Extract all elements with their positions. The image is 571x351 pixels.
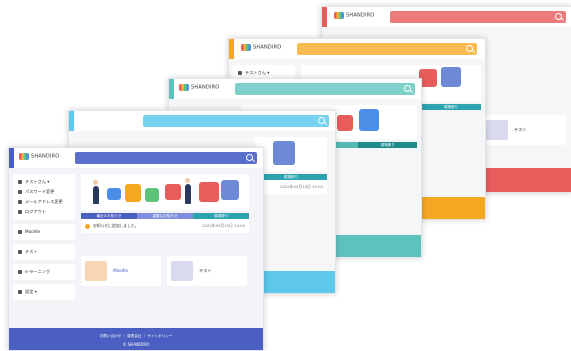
book-icon — [18, 270, 22, 274]
card-label: テスト — [514, 127, 527, 132]
grid-icon — [18, 230, 22, 234]
person-head — [185, 178, 190, 183]
person-illustration — [93, 186, 99, 204]
header: SHANDIRO — [9, 148, 263, 168]
puzzle-piece — [145, 188, 159, 202]
header-accent — [69, 111, 74, 131]
puzzle-piece — [199, 182, 219, 202]
sidebar: テストさん ▾ パスワード変更 メールアドレス変更 ログアウト Moodle テ… — [13, 174, 75, 304]
search-icon — [404, 85, 411, 92]
key-icon — [18, 190, 22, 194]
logo[interactable]: SHANDIRO — [334, 12, 374, 19]
test-icon — [171, 261, 193, 281]
logo[interactable]: SHANDIRO — [241, 44, 281, 51]
nav-test[interactable]: テスト — [13, 244, 75, 260]
header-accent — [169, 79, 174, 99]
window-front: SHANDIRO テストさん ▾ パスワード変更 メールアドレス変更 ログアウト… — [8, 147, 264, 351]
shortcut-cards: Moodle テスト — [81, 256, 247, 286]
search-input[interactable] — [75, 152, 257, 164]
news-date: 2022年05月10日 10:00 — [202, 223, 245, 228]
banner — [81, 174, 249, 210]
logo[interactable]: SHANDIRO — [179, 84, 219, 91]
account-menu: テストさん ▾ パスワード変更 メールアドレス変更 ログアウト — [13, 174, 75, 220]
footer-links[interactable]: お問い合わせ ｜ 運営会社 ｜ サイトポリシー — [9, 328, 263, 339]
puzzle-piece — [125, 184, 141, 202]
puzzle-piece — [107, 188, 121, 200]
card-label: Moodle — [113, 268, 129, 273]
nav-settings[interactable]: 設定 ▾ — [13, 284, 75, 300]
puzzle-piece — [273, 141, 295, 165]
news-item[interactable]: お知らせに追加しました。 2022年05月10日 10:00 — [81, 219, 249, 233]
card-test[interactable]: テスト — [167, 256, 247, 286]
search-input[interactable] — [390, 11, 566, 23]
user-menu[interactable]: テストさん ▾ — [238, 68, 290, 78]
main: 最近のお知らせ 重要なお知らせ 現場便り お知らせに追加しました。 2022年0… — [81, 174, 249, 233]
puzzle-piece — [165, 184, 181, 200]
menu-password[interactable]: パスワード変更 — [18, 187, 70, 197]
grid-icon — [18, 250, 22, 254]
puzzle-piece — [337, 115, 353, 131]
puzzle-piece — [441, 67, 461, 87]
header: SHANDIRO — [229, 39, 485, 59]
gear-icon — [18, 290, 22, 294]
puzzle-piece — [221, 180, 239, 200]
card-moodle[interactable]: Moodle — [81, 256, 161, 286]
banner — [255, 137, 327, 171]
search-icon — [246, 154, 253, 161]
search-icon — [555, 13, 562, 20]
logout-icon — [18, 210, 22, 214]
menu-logout[interactable]: ログアウト — [18, 207, 70, 217]
person-head — [93, 180, 98, 185]
card-label: テスト — [199, 268, 212, 273]
nav-elearning[interactable]: e-ラーニング — [13, 264, 75, 280]
logo[interactable]: SHANDIRO — [19, 153, 59, 160]
person-illustration — [185, 184, 191, 204]
tab-field[interactable]: 現場便り — [358, 142, 418, 148]
test-icon — [486, 120, 508, 140]
news-item[interactable]: 2022年05月10日 10:00 — [255, 180, 327, 194]
menu-email[interactable]: メールアドレス変更 — [18, 197, 70, 207]
search-icon — [318, 117, 325, 124]
copyright: © SHANDIRO — [122, 342, 150, 347]
search-input[interactable] — [297, 43, 477, 55]
moodle-icon — [85, 261, 107, 281]
main: 現場便り 2022年05月10日 10:00 — [255, 137, 327, 194]
header: SHANDIRO — [322, 7, 571, 27]
header-accent — [322, 7, 327, 27]
nav-moodle[interactable]: Moodle — [13, 224, 75, 240]
footer: お問い合わせ ｜ 運営会社 ｜ サイトポリシー © SHANDIRO — [9, 328, 263, 350]
card-test[interactable]: テスト — [482, 115, 566, 145]
user-icon — [18, 180, 22, 184]
news-icon — [85, 223, 90, 229]
search-input[interactable] — [143, 115, 329, 127]
header-accent — [9, 148, 14, 168]
header: SHANDIRO — [169, 79, 421, 99]
mail-icon — [18, 200, 22, 204]
user-menu[interactable]: テストさん ▾ — [18, 177, 70, 187]
search-icon — [466, 45, 473, 52]
tab-field[interactable]: 現場便り — [421, 104, 481, 110]
search-input[interactable] — [235, 83, 415, 95]
header — [69, 111, 335, 131]
puzzle-piece — [359, 109, 379, 131]
header-accent — [229, 39, 234, 59]
